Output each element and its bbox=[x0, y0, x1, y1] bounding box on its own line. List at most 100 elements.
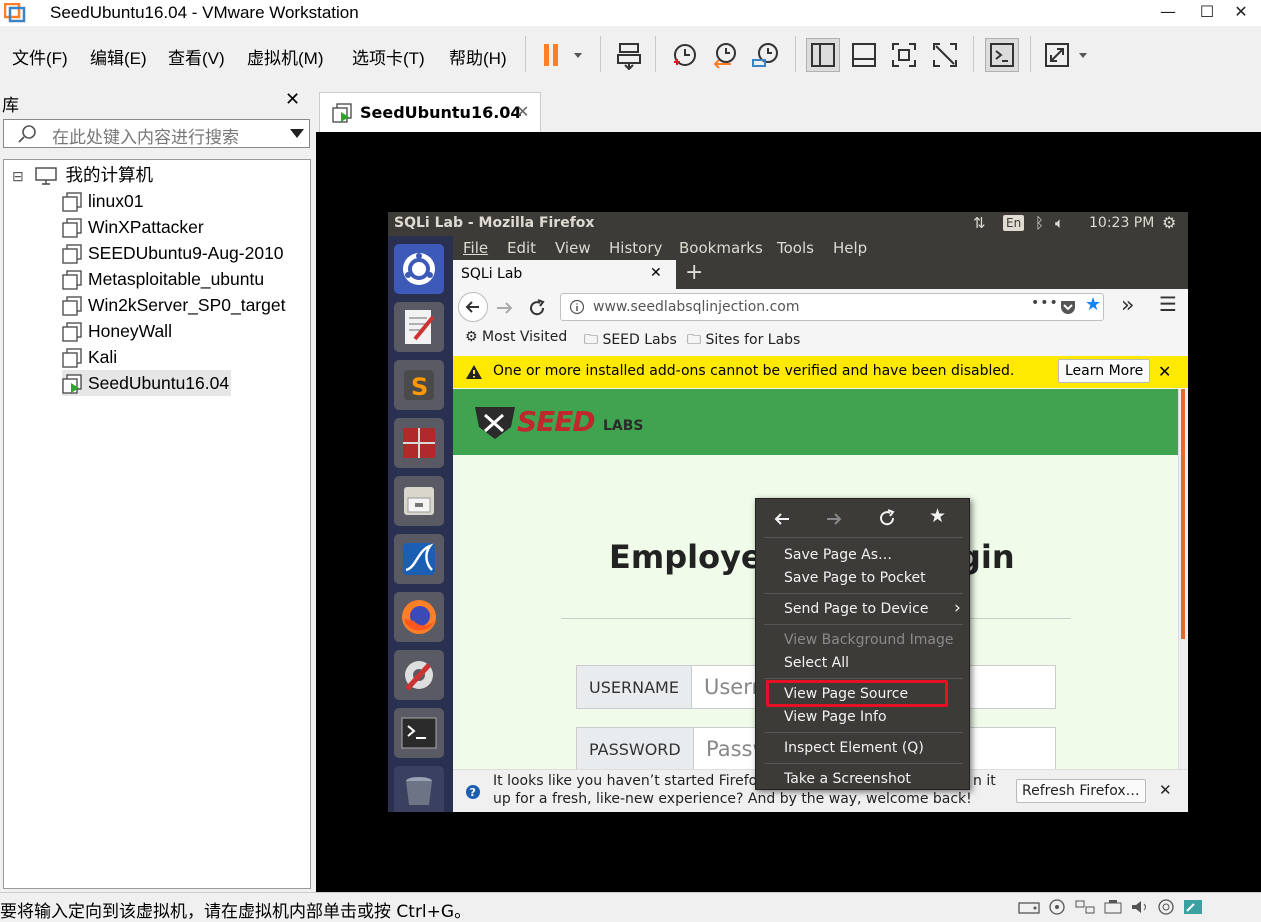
tab-close-button[interactable]: ✕ bbox=[516, 102, 529, 121]
snapshot-icon[interactable] bbox=[668, 38, 702, 72]
vm-item[interactable]: HoneyWall bbox=[62, 318, 172, 344]
vm-item[interactable]: linux01 bbox=[62, 188, 143, 214]
pocket-icon[interactable] bbox=[1059, 299, 1077, 315]
ff-menu-edit[interactable]: Edit bbox=[507, 239, 536, 257]
addon-warning-text: One or more installed add-ons cannot be … bbox=[493, 363, 1015, 379]
settings-tools-icon[interactable] bbox=[394, 650, 444, 700]
ff-menu-file[interactable]: File bbox=[463, 239, 488, 257]
menu-edit[interactable]: 编辑(E) bbox=[90, 44, 147, 69]
ubuntu-dash-icon[interactable] bbox=[394, 244, 444, 294]
reload-icon[interactable] bbox=[525, 296, 549, 320]
menu-tabs[interactable]: 选项卡(T) bbox=[352, 44, 425, 69]
info-icon[interactable] bbox=[569, 299, 585, 315]
menu-view[interactable]: 查看(V) bbox=[168, 44, 225, 69]
tab-seedubuntu[interactable]: SeedUbuntu16.04 ✕ bbox=[319, 92, 541, 132]
menu-help[interactable]: 帮助(H) bbox=[449, 44, 507, 69]
ff-tab-close-button[interactable]: ✕ bbox=[650, 265, 662, 281]
wireshark-icon[interactable] bbox=[394, 534, 444, 584]
console-icon[interactable] bbox=[985, 38, 1019, 72]
bookmark-sites-for-labs[interactable]: 🗀 Sites for Labs bbox=[687, 329, 800, 353]
message-log-icon[interactable] bbox=[1182, 899, 1204, 915]
ctx-save-to-pocket[interactable]: Save Page to Pocket bbox=[784, 570, 926, 586]
keyboard-indicator[interactable]: En bbox=[1003, 215, 1025, 231]
vm-item[interactable]: WinXPattacker bbox=[62, 214, 204, 240]
sound-icon[interactable] bbox=[1130, 899, 1150, 915]
menu-file[interactable]: 文件(F) bbox=[12, 44, 68, 69]
back-button[interactable] bbox=[458, 292, 488, 322]
ctx-save-page-as[interactable]: Save Page As… bbox=[784, 547, 892, 563]
ff-tab-sqli[interactable]: SQLi Lab ✕ bbox=[453, 260, 676, 289]
terminal-icon[interactable] bbox=[394, 708, 444, 758]
bluetooth-icon[interactable]: ᛒ bbox=[1035, 214, 1044, 232]
usb-icon[interactable] bbox=[1102, 899, 1124, 915]
learn-more-button[interactable]: Learn More bbox=[1058, 359, 1151, 383]
thumbnail-view-icon[interactable] bbox=[847, 38, 881, 72]
ctx-bookmark-icon[interactable]: ★ bbox=[929, 505, 946, 527]
computer-icon bbox=[34, 167, 57, 186]
ctx-select-all[interactable]: Select All bbox=[784, 655, 849, 671]
ctx-send-to-device[interactable]: Send Page to Device bbox=[784, 601, 928, 617]
close-button[interactable]: ✕ bbox=[1221, 0, 1261, 24]
pause-icon[interactable] bbox=[537, 38, 587, 72]
library-close-button[interactable]: ✕ bbox=[285, 89, 300, 110]
overflow-menu-icon[interactable]: » bbox=[1121, 293, 1134, 318]
tree-root[interactable]: ⊟ 我的计算机 bbox=[12, 162, 153, 188]
ctx-view-page-source[interactable]: View Page Source bbox=[784, 686, 908, 702]
ff-menu-bookmarks[interactable]: Bookmarks bbox=[679, 239, 763, 257]
ff-menu-help[interactable]: Help bbox=[833, 239, 867, 257]
collapse-icon[interactable]: ⊟ bbox=[12, 168, 24, 184]
ctx-reload-icon[interactable] bbox=[877, 508, 897, 528]
bookmark-star-icon[interactable]: ★ bbox=[1085, 294, 1101, 315]
ctx-forward-icon[interactable] bbox=[824, 509, 844, 529]
clock[interactable]: 10:23 PM bbox=[1089, 215, 1154, 231]
send-ctrl-alt-del-icon[interactable] bbox=[612, 38, 646, 72]
vm-item[interactable]: Kali bbox=[62, 344, 117, 370]
display-icon[interactable] bbox=[1156, 899, 1176, 915]
refresh-bar-close-button[interactable]: ✕ bbox=[1159, 781, 1172, 799]
terminator-icon[interactable] bbox=[394, 418, 444, 468]
ctx-take-screenshot[interactable]: Take a Screenshot bbox=[784, 771, 911, 787]
ff-menu-view[interactable]: View bbox=[555, 239, 591, 257]
hard-disk-icon[interactable] bbox=[1018, 899, 1040, 915]
menu-vm[interactable]: 虚拟机(M) bbox=[247, 44, 323, 69]
snapshot-manager-icon[interactable] bbox=[749, 38, 783, 72]
page-scrollbar[interactable] bbox=[1178, 389, 1188, 769]
vm-item[interactable]: Metasploitable_ubuntu bbox=[62, 266, 264, 292]
ff-menu-tools[interactable]: Tools bbox=[777, 239, 814, 257]
gear-icon[interactable]: ⚙ bbox=[1162, 213, 1176, 232]
page-actions-icon[interactable]: ••• bbox=[1031, 295, 1059, 311]
refresh-firefox-button[interactable]: Refresh Firefox… bbox=[1016, 779, 1146, 803]
vm-item[interactable]: Win2kServer_SP0_target bbox=[62, 292, 285, 318]
hamburger-menu-icon[interactable]: ☰ bbox=[1159, 292, 1177, 316]
forward-icon[interactable] bbox=[493, 296, 517, 320]
vm-item-selected[interactable]: SeedUbuntu16.04 bbox=[62, 370, 232, 396]
fullscreen-icon[interactable] bbox=[887, 38, 921, 72]
revert-snapshot-icon[interactable] bbox=[709, 38, 743, 72]
new-tab-button[interactable]: + bbox=[685, 260, 703, 285]
addon-bar-close-button[interactable]: ✕ bbox=[1158, 362, 1171, 381]
network-adapter-icon[interactable] bbox=[1074, 899, 1096, 915]
unity-icon[interactable] bbox=[928, 38, 962, 72]
library-search-box[interactable]: 在此处键入内容进行搜索 bbox=[3, 119, 310, 148]
bookmark-seed-labs[interactable]: 🗀 SEED Labs bbox=[584, 329, 677, 353]
vm-item[interactable]: SEEDUbuntu9-Aug-2010 bbox=[62, 240, 284, 266]
minimize-button[interactable]: — bbox=[1148, 0, 1188, 24]
url-bar[interactable]: www.seedlabsqlinjection.com ••• ★ bbox=[560, 293, 1104, 321]
ctx-view-page-info[interactable]: View Page Info bbox=[784, 709, 887, 725]
firefox-icon[interactable] bbox=[394, 592, 444, 642]
text-editor-icon[interactable] bbox=[394, 302, 444, 352]
ctx-inspect-element[interactable]: Inspect Element (Q) bbox=[784, 740, 924, 756]
cd-drive-icon[interactable] bbox=[1046, 899, 1068, 915]
trash-icon[interactable] bbox=[394, 766, 444, 812]
bookmark-most-visited[interactable]: ⚙ Most Visited bbox=[465, 329, 567, 345]
network-icon[interactable]: ⇅ bbox=[973, 214, 986, 232]
ff-menu-history[interactable]: History bbox=[609, 239, 662, 257]
stretch-icon[interactable] bbox=[1042, 38, 1094, 72]
file-manager-icon[interactable] bbox=[394, 476, 444, 526]
volume-icon[interactable]: 🔈︎ bbox=[1055, 214, 1064, 232]
scrollbar-thumb[interactable] bbox=[1181, 389, 1185, 639]
sublime-text-icon[interactable]: S bbox=[394, 360, 444, 410]
ctx-back-icon[interactable] bbox=[772, 509, 792, 529]
library-view-icon[interactable] bbox=[806, 38, 840, 72]
dropdown-arrow-icon[interactable] bbox=[290, 129, 304, 139]
